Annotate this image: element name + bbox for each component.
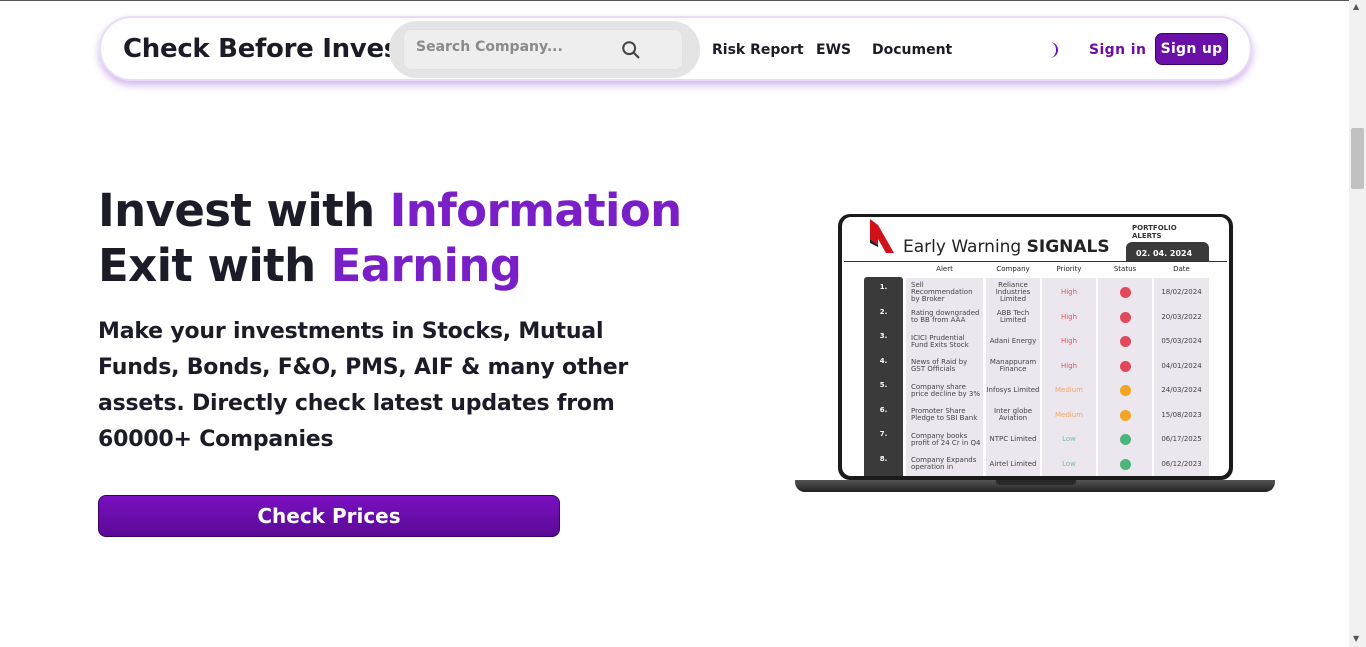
nav-link-ews[interactable]: EWS <box>816 42 851 58</box>
status-dot-icon <box>1119 458 1131 470</box>
signin-link[interactable]: Sign in <box>1089 42 1146 58</box>
scroll-down-arrow[interactable]: ▼ <box>1353 634 1359 643</box>
row-number-column: 1. 2. 3. 4. 5. 6. 7. 8. <box>864 277 903 476</box>
brand-mark-icon <box>870 219 894 253</box>
search-icon[interactable] <box>620 39 642 61</box>
check-prices-button[interactable]: Check Prices <box>98 495 560 537</box>
row-number: 6. <box>879 405 888 414</box>
ews-screen: Early Warning SIGNALS PORTFOLIO ALERTS 0… <box>842 217 1229 476</box>
hero-subtext: Make your investments in Stocks, Mutual … <box>98 319 629 452</box>
laptop-illustration: Early Warning SIGNALS PORTFOLIO ALERTS 0… <box>838 214 1233 480</box>
scroll-thumb[interactable] <box>1351 128 1364 189</box>
col-header-alert: Alert <box>936 265 953 273</box>
row-number: 3. <box>879 332 888 340</box>
hero-line2-prefix: Exit with <box>98 239 331 292</box>
portfolio-alerts-label: PORTFOLIO ALERTS <box>1132 224 1177 240</box>
row-number: 2. <box>879 307 888 316</box>
scroll-up-arrow[interactable]: ▲ <box>1353 2 1359 11</box>
ews-date-tab: 02. 04. 2024 <box>1126 242 1209 262</box>
hero-headline-line2: Exit with Earning <box>98 239 522 292</box>
row-number: 4. <box>879 356 888 365</box>
page-scrollbar[interactable]: ▲ ▼ <box>1349 0 1366 647</box>
status-dot-icon <box>1119 409 1131 421</box>
col-header-company: Company <box>996 265 1030 273</box>
status-dot-icon <box>1119 336 1131 347</box>
laptop-notch <box>996 480 1076 485</box>
ews-title: Early Warning SIGNALS <box>903 237 1110 257</box>
hero-line1-accent: Information <box>389 184 683 237</box>
status-dot-icon <box>1119 287 1131 298</box>
hero-line1-prefix: Invest with <box>98 184 390 237</box>
top-border <box>0 0 1366 1</box>
search-input[interactable] <box>416 39 616 55</box>
hero-headline-line1: Invest with Information <box>98 184 682 237</box>
search-container <box>389 21 700 78</box>
row-number: 7. <box>879 430 888 438</box>
row-number: 8. <box>879 454 888 463</box>
moon-icon[interactable] <box>1044 41 1060 59</box>
search-box[interactable] <box>403 29 683 70</box>
row-number: 5. <box>879 381 888 389</box>
company-cell: Airtel Limited <box>986 449 1040 476</box>
ews-title-bold: SIGNALS <box>1026 237 1110 257</box>
col-header-date: Date <box>1173 265 1190 273</box>
col-header-priority: Priority <box>1056 265 1082 273</box>
status-dot-icon <box>1119 434 1131 445</box>
signup-button[interactable]: Sign up <box>1155 33 1228 65</box>
status-dot-icon <box>1119 360 1131 372</box>
row-number: 1. <box>879 283 888 291</box>
status-dot-icon <box>1119 311 1131 323</box>
ews-divider <box>844 261 1227 262</box>
nav-link-risk-report[interactable]: Risk Report <box>712 42 804 58</box>
date-cell: 06/12/2023 <box>1154 449 1209 476</box>
nav-link-document[interactable]: Document <box>872 42 952 58</box>
hero-line2-accent: Earning <box>330 239 522 292</box>
ews-title-light: Early Warning <box>903 237 1027 257</box>
status-cell <box>1098 449 1152 476</box>
col-header-status: Status <box>1113 265 1137 273</box>
brand-logo-text[interactable]: Check Before Invest <box>123 34 411 64</box>
status-dot-icon <box>1119 385 1131 396</box>
priority-cell: Low <box>1042 449 1096 476</box>
navbar: Check Before Invest Risk Report EWS Docu… <box>99 16 1252 81</box>
alert-cell: Company Expands operation in <box>906 449 983 476</box>
